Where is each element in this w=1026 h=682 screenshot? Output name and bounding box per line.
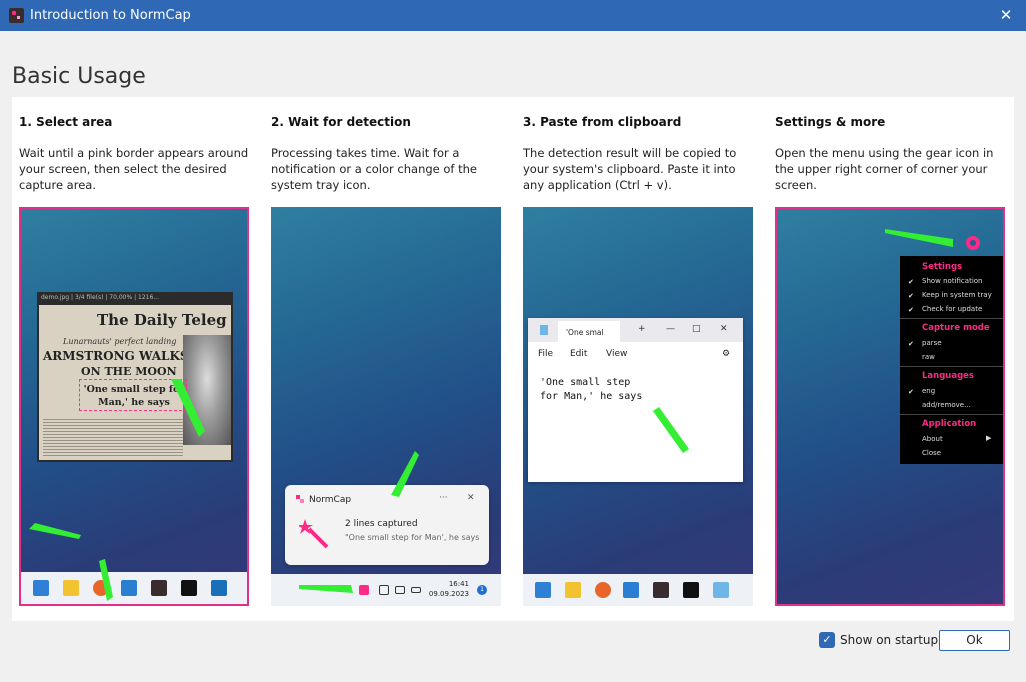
step-title: Settings & more xyxy=(775,115,886,129)
step-description: The detection result will be copied to y… xyxy=(523,146,737,192)
step-title: 1. Select area xyxy=(19,115,113,129)
arrow-icon xyxy=(171,379,205,437)
show-on-startup-label: Show on startup xyxy=(840,633,939,647)
arrow-icon xyxy=(29,523,81,539)
clipboard-screenshot: 'One smal + — □ ✕ File Edit View ⚙ 'One … xyxy=(523,207,753,606)
normcap-app-icon xyxy=(9,8,24,23)
detection-screenshot: NormCap ··· ✕ 2 lines captured "One smal… xyxy=(271,207,501,606)
arrow-icon xyxy=(391,451,419,497)
arrow-icon xyxy=(299,585,353,593)
step-description: Processing takes time. Wait for a notifi… xyxy=(271,146,478,192)
arrow-icon xyxy=(653,407,689,453)
step-title: 2. Wait for detection xyxy=(271,115,411,129)
settings-screenshot: Settings ✔ Show notification ✔ Keep in s… xyxy=(775,207,1005,606)
step-description: Open the menu using the gear icon in the… xyxy=(775,146,994,192)
arrow-annotations xyxy=(299,451,419,593)
arrow-annotations xyxy=(885,229,953,247)
ok-button[interactable]: Ok xyxy=(939,630,1010,651)
close-window-button[interactable]: ✕ xyxy=(995,4,1017,26)
arrow-icon xyxy=(99,559,113,601)
arrow-annotations xyxy=(29,379,205,601)
title-bar: Introduction to NormCap ✕ xyxy=(0,0,1026,31)
select-area-screenshot: demo.jpg | 3/4 file(s) | 70,00% | 1216..… xyxy=(19,207,249,606)
page-title: Basic Usage xyxy=(12,64,146,89)
window-title: Introduction to NormCap xyxy=(30,8,191,23)
step-description: Wait until a pink border appears around … xyxy=(19,146,249,192)
show-on-startup-checkbox[interactable]: ✓ xyxy=(819,632,835,648)
arrow-icon xyxy=(885,229,953,247)
step-title: 3. Paste from clipboard xyxy=(523,115,682,129)
steps-panel: 1. Select area Wait until a pink border … xyxy=(12,97,1014,621)
arrow-annotations xyxy=(653,407,689,453)
